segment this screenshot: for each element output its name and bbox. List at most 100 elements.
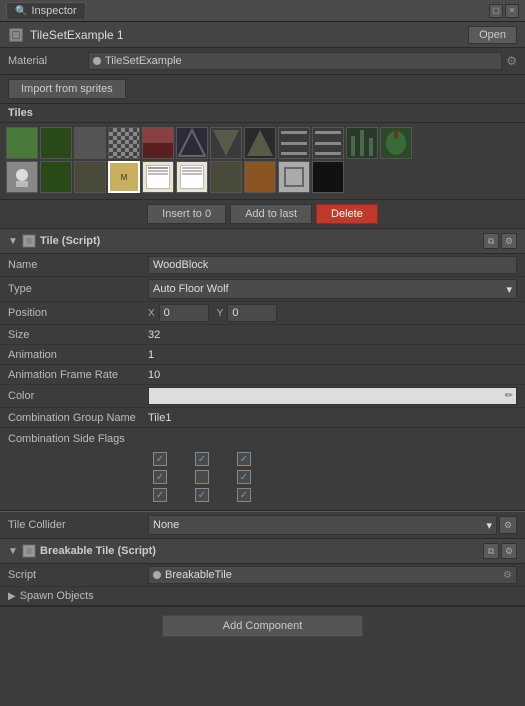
- tile-script-header: ▼ Tile (Script) ⧉ ⚙: [0, 229, 525, 254]
- checkbox-grid: [0, 448, 525, 510]
- tile-collider-arrow: ▾: [486, 519, 492, 532]
- maximize-button[interactable]: ▢: [489, 4, 503, 18]
- combination-group-name-value: Tile1: [148, 412, 517, 424]
- checkbox-2-0[interactable]: [153, 488, 167, 502]
- tile-thumb-14[interactable]: [74, 161, 106, 193]
- tile-thumb-12[interactable]: [6, 161, 38, 193]
- breakable-tile-settings-button[interactable]: ⚙: [501, 543, 517, 559]
- tile-script-copy-button[interactable]: ⧉: [483, 233, 499, 249]
- tiles-section-header: Tiles: [0, 104, 525, 123]
- script-label: Script: [8, 569, 148, 581]
- insert-to-0-button[interactable]: Insert to 0: [147, 204, 226, 224]
- position-inputs: X Y: [148, 304, 517, 322]
- tile-thumb-3[interactable]: [108, 127, 140, 159]
- animation-property-row: Animation 1: [0, 345, 525, 365]
- tile-thumb-5[interactable]: [176, 127, 208, 159]
- tile-thumb-1[interactable]: [40, 127, 72, 159]
- type-dropdown-arrow: ▾: [506, 283, 512, 296]
- script-settings-icon[interactable]: ⚙: [503, 570, 512, 581]
- tile-thumb-0[interactable]: [6, 127, 38, 159]
- tile-collider-settings-icon[interactable]: ⚙: [499, 516, 517, 534]
- breakable-tile-buttons: ⧉ ⚙: [483, 543, 517, 559]
- add-component-row: Add Component: [0, 607, 525, 645]
- inspector-tab-icon: 🔍: [15, 6, 27, 17]
- name-input[interactable]: [148, 256, 517, 274]
- add-to-last-button[interactable]: Add to last: [230, 204, 312, 224]
- open-button[interactable]: Open: [468, 26, 517, 44]
- spawn-arrow-icon[interactable]: ▶: [8, 591, 16, 602]
- script-property-row: Script BreakableTile ⚙: [0, 564, 525, 587]
- inspector-tab[interactable]: 🔍 Inspector: [6, 2, 86, 19]
- object-type-icon: [8, 27, 24, 43]
- checkbox-0-1[interactable]: [195, 452, 209, 466]
- object-name: TileSetExample 1: [30, 28, 462, 42]
- tile-thumb-6[interactable]: [210, 127, 242, 159]
- breakable-tile-copy-button[interactable]: ⧉: [483, 543, 499, 559]
- tile-thumb-11[interactable]: [380, 127, 412, 159]
- type-dropdown[interactable]: Auto Floor Wolf ▾: [148, 279, 517, 299]
- tile-thumb-8[interactable]: [278, 127, 310, 159]
- position-property-row: Position X Y: [0, 302, 525, 325]
- animation-value: 1: [148, 349, 517, 361]
- size-label: Size: [8, 329, 148, 341]
- checkbox-0-0[interactable]: [153, 452, 167, 466]
- import-btn-row: Import from sprites: [0, 75, 525, 104]
- tile-collider-dropdown[interactable]: None ▾: [148, 515, 497, 535]
- close-button[interactable]: ✕: [505, 4, 519, 18]
- tile-thumb-7[interactable]: [244, 127, 276, 159]
- material-label: Material: [8, 55, 88, 67]
- tile-thumb-4[interactable]: [142, 127, 174, 159]
- tile-thumb-2[interactable]: [74, 127, 106, 159]
- add-component-button[interactable]: Add Component: [162, 615, 364, 637]
- checkbox-2-1[interactable]: [195, 488, 209, 502]
- x-label: X: [148, 308, 155, 319]
- checkbox-1-0[interactable]: [153, 470, 167, 484]
- script-value-field[interactable]: BreakableTile ⚙: [148, 566, 517, 584]
- collapse-arrow-icon[interactable]: ▼: [8, 236, 18, 247]
- tile-thumb-15-selected[interactable]: M: [108, 161, 140, 193]
- material-value-field[interactable]: TileSetExample: [88, 52, 502, 70]
- tile-thumb-16[interactable]: [142, 161, 174, 193]
- material-dot-icon: [93, 57, 101, 65]
- spawn-label: Spawn Objects: [20, 590, 94, 602]
- tile-thumb-17[interactable]: [176, 161, 208, 193]
- combination-group-name-row: Combination Group Name Tile1: [0, 408, 525, 428]
- tiles-row-1: [6, 127, 519, 159]
- tile-thumb-18[interactable]: [210, 161, 242, 193]
- breakable-collapse-arrow[interactable]: ▼: [8, 546, 18, 557]
- position-x-input[interactable]: [159, 304, 209, 322]
- spawn-objects-row: ▶ Spawn Objects: [0, 587, 525, 606]
- tile-collider-row: Tile Collider None ▾ ⚙: [0, 511, 525, 539]
- tile-script-buttons: ⧉ ⚙: [483, 233, 517, 249]
- material-value-text: TileSetExample: [105, 55, 182, 67]
- animation-frame-rate-label: Animation Frame Rate: [8, 369, 148, 381]
- tile-thumb-21[interactable]: [312, 161, 344, 193]
- checkbox-2-2[interactable]: [237, 488, 251, 502]
- name-property-row: Name: [0, 254, 525, 277]
- color-field[interactable]: ✏: [148, 387, 517, 405]
- checkbox-0-2[interactable]: [237, 452, 251, 466]
- position-y-input[interactable]: [227, 304, 277, 322]
- type-property-row: Type Auto Floor Wolf ▾: [0, 277, 525, 302]
- delete-button[interactable]: Delete: [316, 204, 378, 224]
- tile-thumb-10[interactable]: [346, 127, 378, 159]
- size-value: 32: [148, 329, 517, 341]
- tile-thumb-9[interactable]: [312, 127, 344, 159]
- tile-thumb-13[interactable]: [40, 161, 72, 193]
- tile-thumb-19[interactable]: [244, 161, 276, 193]
- tile-script-component: ▼ Tile (Script) ⧉ ⚙ Name Type Auto Floor…: [0, 229, 525, 511]
- tile-thumb-20[interactable]: [278, 161, 310, 193]
- color-label: Color: [8, 390, 148, 402]
- animation-frame-rate-value: 10: [148, 369, 517, 381]
- tiles-strip: M: [0, 123, 525, 200]
- breakable-tile-title: Breakable Tile (Script): [40, 545, 479, 557]
- type-dropdown-value: Auto Floor Wolf: [153, 283, 229, 295]
- checkbox-1-2[interactable]: [237, 470, 251, 484]
- checkbox-1-1[interactable]: [195, 470, 209, 484]
- import-from-sprites-button[interactable]: Import from sprites: [8, 79, 126, 99]
- material-settings-icon[interactable]: ⚙: [506, 54, 517, 68]
- color-property-row: Color ✏: [0, 385, 525, 408]
- title-bar: 🔍 Inspector ▢ ✕: [0, 0, 525, 22]
- tile-script-settings-button[interactable]: ⚙: [501, 233, 517, 249]
- animation-label: Animation: [8, 349, 148, 361]
